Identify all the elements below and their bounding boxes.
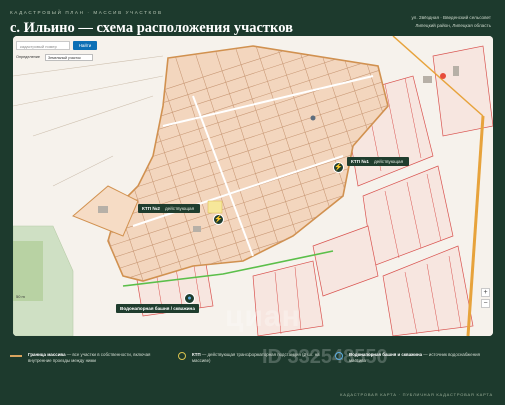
legend-title: Водонапорная башня и скважина <box>349 352 423 357</box>
zoom-in-button[interactable]: + <box>481 288 490 297</box>
ktp2-pin-icon[interactable]: ⚡ <box>213 214 224 225</box>
scale-label: 50 m <box>16 294 25 299</box>
legend-item-water: Водонапорная башня и скважина — источник… <box>335 352 495 364</box>
ktp2-status: действующая <box>164 206 195 211</box>
cadastral-map[interactable]: кадастровый номер Найти Определение Земе… <box>13 36 493 336</box>
footer: Кадастровая карта · Публичная кадастрова… <box>340 392 493 397</box>
ktp2-callout: КТП №2 действующая <box>138 204 201 213</box>
ktp1-title: КТП №1 <box>351 159 369 164</box>
search-input[interactable]: кадастровый номер <box>16 41 70 50</box>
address-line-1: ул. Звёздная · Введенский сельсовет <box>411 15 491 20</box>
legend-title: Граница массива <box>28 352 66 357</box>
legend-item-boundary: Граница массива — все участки в собствен… <box>10 352 160 364</box>
legend-item-ktp: КТП — действующая трансформаторная подст… <box>178 352 328 364</box>
address: ул. Звёздная · Введенский сельсовет Липе… <box>411 14 491 30</box>
ktp1-pin-icon[interactable]: ⚡ <box>333 162 344 173</box>
ktp2-title: КТП №2 <box>142 206 160 211</box>
ktp1-callout: КТП №1 действующая <box>347 157 410 166</box>
legend: Граница массива — все участки в собствен… <box>10 352 495 382</box>
map-canvas[interactable] <box>13 36 493 336</box>
search-button[interactable]: Найти <box>73 41 97 50</box>
header-kicker: Кадастровый план · Массив участков <box>10 10 163 15</box>
page-title: с. Ильино — схема расположения участков <box>10 20 293 36</box>
water-tower-callout: Водонапорная башня / скважина <box>116 304 199 313</box>
ktp-legend-icon <box>178 352 186 360</box>
address-line-2: Липецкий район, Липецкая область <box>415 23 491 28</box>
filter-select[interactable]: Земельный участок <box>45 54 93 61</box>
ktp1-status: действующая <box>373 159 404 164</box>
zoom-out-button[interactable]: − <box>481 299 490 308</box>
legend-title: КТП <box>192 352 201 357</box>
filter-label: Определение <box>16 55 41 59</box>
boundary-swatch-icon <box>10 355 22 357</box>
water-legend-icon <box>335 352 343 360</box>
water-tower-pin-icon[interactable]: ● <box>184 293 195 304</box>
legend-text: — действующая трансформаторная подстанци… <box>192 352 320 363</box>
water-tower-title: Водонапорная башня / скважина <box>120 306 195 311</box>
